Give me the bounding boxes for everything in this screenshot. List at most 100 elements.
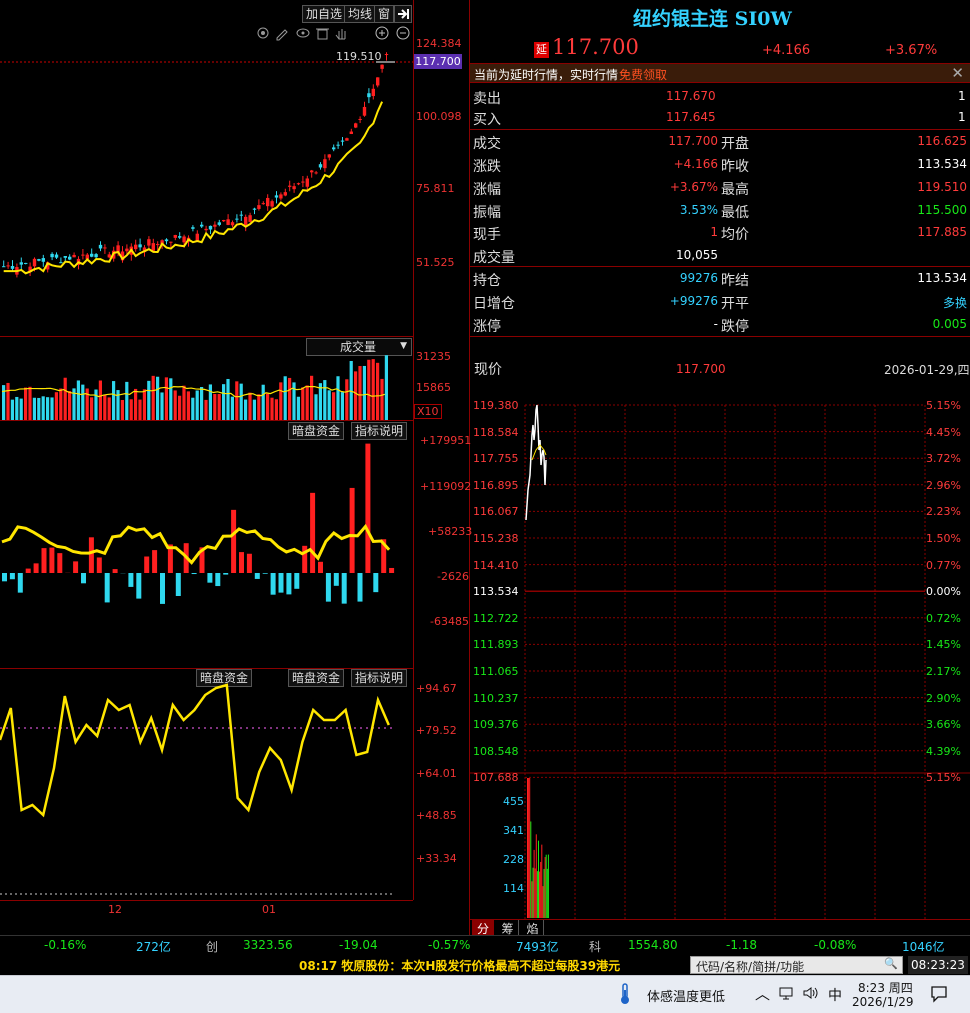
candle <box>182 236 186 243</box>
volume-bar <box>354 371 358 420</box>
intraday-vol-bar <box>544 857 546 918</box>
code-search-box[interactable]: 代码/名称/简拼/功能 🔍 <box>690 956 903 974</box>
flow-bar <box>175 573 181 596</box>
close-icon[interactable]: ✕ <box>951 64 964 82</box>
intraday-left-axis: 111.893 <box>473 638 519 652</box>
tab-minute[interactable]: 分 <box>472 920 494 936</box>
candle <box>235 218 239 220</box>
candle <box>318 164 323 168</box>
quote-row-value2: 0.005 <box>932 317 967 331</box>
volume-bar <box>362 365 366 420</box>
notification-icon[interactable] <box>930 985 948 1006</box>
status-b: 272亿 <box>136 940 171 954</box>
candle <box>354 123 358 128</box>
volume-bar <box>98 380 102 420</box>
flow-bar <box>262 573 268 574</box>
flow-bar <box>25 568 31 573</box>
indicator-axis-1: +79.52 <box>416 724 457 737</box>
status-g: 7493亿 <box>516 940 559 954</box>
tab-chips[interactable]: 筹 <box>497 920 519 936</box>
weather-text[interactable]: 体感温度更低 <box>647 986 725 1005</box>
volume-bar <box>182 385 186 420</box>
candle <box>305 178 309 187</box>
tray-chevron-icon[interactable]: ︿ <box>755 983 770 1004</box>
volume-icon[interactable] <box>802 985 818 1004</box>
volume-bar <box>50 397 54 420</box>
volume-bar <box>32 397 36 420</box>
free-link[interactable]: 免费领取 <box>619 66 667 83</box>
high-label: 119.510 <box>336 50 382 63</box>
candle <box>261 203 265 205</box>
status-c[interactable]: 创 <box>206 938 218 955</box>
volume-bar <box>103 394 107 420</box>
kline-axis-0: 124.384 <box>416 37 462 50</box>
candle <box>10 266 15 269</box>
candle <box>332 147 336 150</box>
intraday-vol-axis: 114 <box>503 882 524 895</box>
quote-row-label2: 跌停 <box>721 319 749 335</box>
candle <box>257 205 261 209</box>
volume-bar <box>288 377 292 420</box>
volume-bar <box>340 392 344 420</box>
news-ticker[interactable]: 08:17 牧原股份：本次H股发行价格最高不超过每股39港元 <box>299 957 620 974</box>
volume-bar <box>76 380 80 420</box>
volume-selector[interactable]: 成交量 ▼ <box>306 338 412 356</box>
flow-bar <box>286 573 292 595</box>
candle <box>384 54 389 56</box>
thermometer-icon[interactable] <box>618 982 632 1006</box>
tab-flame[interactable]: 焰 <box>522 920 544 936</box>
volume-bar <box>54 392 58 420</box>
volume-bar <box>191 397 195 420</box>
candle <box>90 253 94 257</box>
intraday-left-axis: 118.584 <box>473 425 519 439</box>
status-h[interactable]: 科 <box>589 938 601 955</box>
taskbar-date[interactable]: 2026/1/29 <box>852 995 914 1009</box>
flow-bar <box>270 573 276 595</box>
intraday-vol-bar <box>536 871 538 918</box>
intraday-chart[interactable] <box>470 395 970 920</box>
candle <box>244 216 248 226</box>
quote-row-label: 成交 <box>473 136 501 152</box>
candle <box>340 140 345 142</box>
volume-bar <box>345 379 349 420</box>
volume-bar <box>151 375 155 420</box>
flow-bar <box>389 567 395 573</box>
ime-indicator[interactable]: 中 <box>828 985 842 1005</box>
volume-bar <box>19 398 23 420</box>
taskbar-time[interactable]: 8:23 周四 <box>858 979 913 996</box>
volume-bar <box>305 385 309 420</box>
candle <box>239 214 243 216</box>
darkflow-help-button[interactable]: 指标说明 <box>351 422 408 440</box>
sell-qty: 1 <box>958 89 966 103</box>
flow-bar <box>96 557 102 573</box>
volume-bar <box>384 355 388 420</box>
status-f: -0.57% <box>428 938 471 952</box>
volume-bar <box>37 397 41 420</box>
status-k: -0.08% <box>814 938 857 952</box>
darkflow-button[interactable]: 暗盘资金 <box>288 422 345 440</box>
code-search-input[interactable]: 代码/名称/简拼/功能 <box>696 958 804 975</box>
quote-row: 持仓 99276 昨结 113.534 <box>470 268 970 290</box>
darkflow-axis-3: -2626 <box>437 570 469 583</box>
volume-bar <box>279 382 283 420</box>
intraday-date: 2026-01-29,四 <box>884 363 970 377</box>
delay-badge: 延 <box>534 42 549 58</box>
flow-bar <box>333 573 339 586</box>
status-a: -0.16% <box>44 938 87 952</box>
search-icon[interactable]: 🔍 <box>884 957 898 970</box>
network-icon[interactable] <box>778 985 794 1004</box>
intraday-vol-axis: 341 <box>503 824 524 837</box>
volume-bar <box>371 359 375 420</box>
intraday-right-axis: 3.66% <box>926 718 961 732</box>
volume-bar <box>230 396 234 420</box>
volume-axis-0: 31235 <box>416 350 451 363</box>
flow-bar <box>373 573 379 593</box>
flow-bar <box>365 443 371 573</box>
quote-row-label2: 最高 <box>721 182 749 198</box>
intraday-right-axis: 3.72% <box>926 452 961 466</box>
intraday-right-axis: 5.15% <box>926 399 961 412</box>
volume-bar <box>156 376 160 420</box>
candle <box>208 225 213 230</box>
flow-bar <box>41 548 47 573</box>
volume-bar <box>24 387 28 420</box>
